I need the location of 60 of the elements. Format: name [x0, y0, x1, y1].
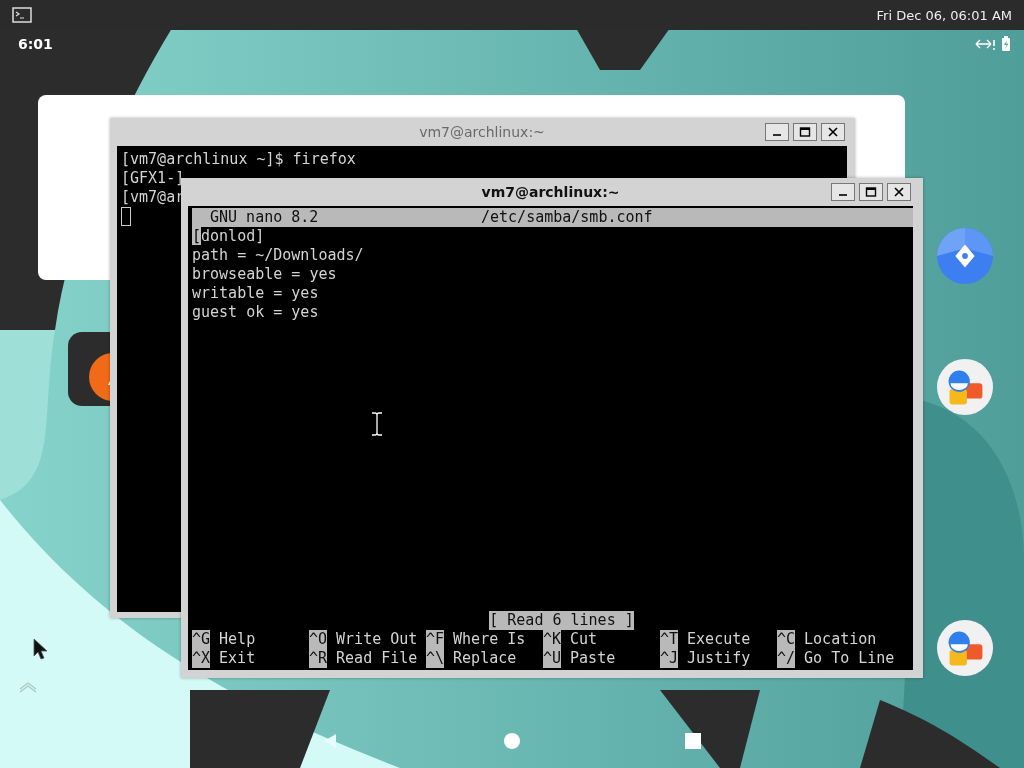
- date-time: Fri Dec 06, 06:01 AM: [876, 7, 1012, 23]
- shortcut-key: ^\: [426, 649, 445, 668]
- close-button[interactable]: [821, 123, 845, 141]
- shortcut-label: Go To Line: [804, 649, 895, 668]
- file-line: guest ok = yes: [192, 303, 319, 322]
- shortcut-label: Help: [219, 630, 256, 649]
- chat-app-icon[interactable]: [936, 358, 994, 416]
- shortcut-label: Cut: [570, 630, 598, 649]
- terminal-icon[interactable]: [12, 7, 32, 23]
- data-transfer-icon: [975, 37, 996, 51]
- file-line: [donlod]: [192, 227, 265, 246]
- recents-button[interactable]: [684, 732, 702, 750]
- shortcut-key: ^C: [777, 630, 796, 649]
- chat-app-icon[interactable]: [936, 619, 994, 677]
- terminal-line: [vm7@archlinux ~]$ firefox: [121, 150, 356, 169]
- shortcut-key: ^J: [660, 649, 679, 668]
- file-line: path = ~/Downloads/: [192, 246, 364, 265]
- maximize-button[interactable]: [859, 183, 883, 201]
- window-title: vm7@archlinux:~: [481, 184, 620, 200]
- close-icon: [827, 126, 839, 138]
- minimize-icon: [839, 194, 847, 196]
- mouse-pointer-icon: [32, 638, 48, 660]
- shortcut-label: Execute: [687, 630, 751, 649]
- editor-name: GNU nano 8.2: [209, 208, 320, 227]
- shortcut-label: Exit: [219, 649, 256, 668]
- window-title: vm7@archlinux:~: [419, 124, 545, 140]
- status-message: [ Read 6 lines ]: [489, 611, 634, 630]
- file-line: browseable = yes: [192, 265, 337, 284]
- shortcut-key: ^O: [309, 630, 328, 649]
- app-icon[interactable]: [88, 352, 110, 402]
- shortcut-key: ^U: [543, 649, 562, 668]
- shortcut-label: Replace: [453, 649, 517, 668]
- maximize-icon: [799, 126, 811, 138]
- file-path: /etc/samba/smb.conf: [481, 208, 653, 227]
- maximize-icon: [865, 186, 877, 198]
- minimize-button[interactable]: [765, 123, 789, 141]
- shortcut-label: Justify: [687, 649, 751, 668]
- shortcut-label: Location: [804, 630, 877, 649]
- shortcut-key: ^G: [192, 630, 211, 649]
- terminal-line: [GFX1-]: [121, 169, 185, 188]
- clock: 6:01: [18, 36, 53, 52]
- shortcut-key: ^X: [192, 649, 211, 668]
- shortcut-key: ^F: [426, 630, 445, 649]
- shortcut-label: Paste: [570, 649, 616, 668]
- shortcut-label: Write Out: [336, 630, 418, 649]
- shortcut-key: ^R: [309, 649, 328, 668]
- minimize-icon: [773, 134, 781, 136]
- shortcut-key: ^T: [660, 630, 679, 649]
- shortcut-label: Where Is: [453, 630, 526, 649]
- maximize-button[interactable]: [793, 123, 817, 141]
- close-icon: [893, 186, 905, 198]
- minimize-button[interactable]: [831, 183, 855, 201]
- shortcut-key: ^/: [777, 649, 796, 668]
- file-line: writable = yes: [192, 284, 319, 303]
- close-button[interactable]: [887, 183, 911, 201]
- shortcut-label: Read File: [336, 649, 418, 668]
- text-cursor-icon: [369, 412, 385, 436]
- compass-app-icon[interactable]: [936, 227, 994, 285]
- shortcut-key: ^K: [543, 630, 562, 649]
- battery-icon: [1000, 36, 1012, 52]
